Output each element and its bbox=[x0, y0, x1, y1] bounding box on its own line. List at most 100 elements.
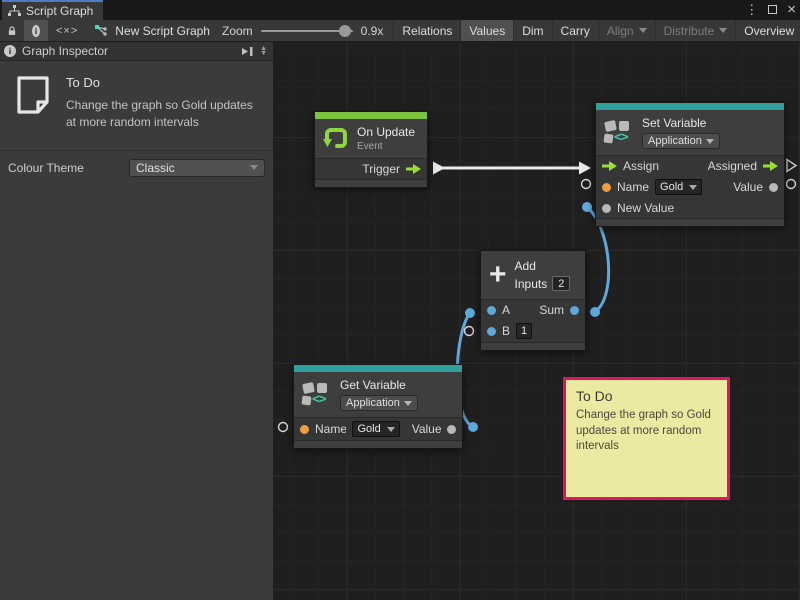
ext-port-setvar-value[interactable] bbox=[787, 180, 796, 189]
on-update-loop-icon bbox=[323, 126, 349, 152]
colour-theme-row: Colour Theme Classic bbox=[0, 151, 273, 177]
dock-panel-icon[interactable] bbox=[240, 46, 254, 57]
ext-port-setvar-assigned[interactable] bbox=[787, 160, 796, 172]
node-title: Add bbox=[515, 259, 571, 273]
node-footer bbox=[481, 342, 585, 350]
number-port-icon[interactable] bbox=[570, 306, 579, 315]
panel-scroll-arrows[interactable]: ▲▼ bbox=[260, 46, 269, 56]
flow-out-arrow-icon[interactable] bbox=[406, 164, 421, 174]
graph-canvas[interactable]: On Update Event Trigger <> bbox=[273, 42, 800, 600]
info-icon: i bbox=[32, 25, 40, 37]
zoom-control: Zoom 0.9x bbox=[218, 20, 394, 41]
flow-out-arrow-icon[interactable] bbox=[763, 161, 778, 171]
port-assign-label: Assign bbox=[623, 159, 659, 173]
inputs-label: Inputs bbox=[515, 277, 548, 291]
node-on-update[interactable]: On Update Event Trigger bbox=[314, 111, 428, 188]
window-close-icon[interactable]: × bbox=[787, 0, 796, 20]
script-graph-asset-icon bbox=[94, 25, 108, 37]
toolbar-button-carry[interactable]: Carry bbox=[553, 20, 599, 41]
toolbar-button-dim[interactable]: Dim bbox=[514, 20, 552, 41]
graph-inspector-title: Graph Inspector bbox=[22, 44, 108, 58]
inspector-toggle-button[interactable]: i bbox=[24, 20, 48, 41]
node-add[interactable]: + Add Inputs 2 A Sum bbox=[480, 250, 586, 351]
number-port-icon[interactable] bbox=[487, 306, 496, 315]
ext-port-add-a[interactable] bbox=[465, 308, 475, 318]
wire-trigger-to-assign[interactable] bbox=[433, 162, 591, 175]
sticky-note-title: To Do bbox=[576, 388, 717, 404]
chevron-down-icon bbox=[404, 401, 412, 406]
zoom-slider-handle[interactable] bbox=[339, 25, 351, 37]
string-port-icon[interactable] bbox=[602, 183, 611, 192]
value-port-icon[interactable] bbox=[769, 183, 778, 192]
graph-icon bbox=[8, 5, 21, 17]
port-value-label: Value bbox=[733, 180, 763, 194]
toolbar-button-distribute[interactable]: Distribute bbox=[656, 20, 737, 41]
graph-toolbar: i <×> New Script Graph Zoom 0.9x Relatio… bbox=[0, 20, 800, 42]
variable-scope-dropdown[interactable]: Application bbox=[340, 395, 418, 411]
lock-button[interactable] bbox=[0, 20, 24, 41]
node-set-variable[interactable]: <> Set Variable Application Assign Assig… bbox=[595, 102, 785, 227]
ext-port-setvar-newvalue[interactable] bbox=[582, 202, 592, 212]
colour-theme-label: Colour Theme bbox=[8, 161, 129, 175]
port-trigger-label: Trigger bbox=[362, 162, 400, 176]
zoom-label: Zoom bbox=[222, 24, 253, 38]
variable-name-dropdown[interactable]: Gold bbox=[655, 179, 702, 195]
toolbar-button-relations[interactable]: Relations bbox=[394, 20, 461, 41]
variable-name-dropdown[interactable]: Gold bbox=[352, 421, 399, 437]
inspector-todo-block: To Do Change the graph so Gold updates a… bbox=[0, 61, 273, 142]
port-assigned-label: Assigned bbox=[708, 159, 757, 173]
port-value-label: Value bbox=[412, 422, 441, 436]
chevron-down-icon bbox=[689, 185, 697, 190]
inputs-count-field[interactable]: 2 bbox=[552, 276, 570, 291]
value-port-icon[interactable] bbox=[447, 425, 456, 434]
variable-icon: <> bbox=[302, 382, 332, 408]
inspector-todo-title: To Do bbox=[66, 75, 263, 90]
node-title: Get Variable bbox=[340, 378, 418, 392]
toolbar-button-align[interactable]: Align bbox=[599, 20, 656, 41]
number-port-icon[interactable] bbox=[487, 327, 496, 336]
ext-port-getvar-name[interactable] bbox=[279, 423, 288, 432]
window-menu-icon[interactable]: ⋮ bbox=[745, 0, 758, 20]
toolbar-button-values[interactable]: Values bbox=[461, 20, 514, 41]
node-color-bar bbox=[596, 103, 784, 110]
sticky-note-icon bbox=[14, 75, 52, 115]
port-new-value-label: New Value bbox=[617, 201, 674, 215]
zoom-value: 0.9x bbox=[361, 24, 384, 38]
toolbar-button-overview[interactable]: Overview bbox=[736, 20, 800, 41]
script-graph-window: Script Graph ⋮ × i <×> bbox=[0, 0, 800, 600]
port-name-label: Name bbox=[315, 422, 346, 436]
colour-theme-select[interactable]: Classic bbox=[129, 159, 265, 177]
node-color-bar bbox=[294, 365, 462, 372]
port-name-label: Name bbox=[617, 180, 649, 194]
flow-in-arrow-icon[interactable] bbox=[602, 161, 617, 171]
variable-icon: <> bbox=[604, 120, 634, 146]
node-title: On Update bbox=[357, 125, 415, 139]
chevron-down-icon bbox=[639, 28, 647, 33]
sticky-note-text: Change the graph so Gold updates at more… bbox=[576, 408, 717, 455]
ext-port-getvar-value[interactable] bbox=[468, 422, 478, 432]
graph-inspector-panel: i Graph Inspector ▲▼ To Do Change the gr… bbox=[0, 42, 273, 600]
info-icon: i bbox=[4, 45, 16, 57]
node-footer bbox=[596, 218, 784, 226]
add-plus-icon: + bbox=[489, 264, 507, 286]
window-maximize-icon[interactable] bbox=[768, 0, 777, 20]
new-script-graph-label: New Script Graph bbox=[115, 24, 210, 38]
code-view-button[interactable]: <×> bbox=[48, 20, 86, 41]
new-script-graph-button[interactable]: New Script Graph bbox=[86, 20, 218, 41]
string-port-icon[interactable] bbox=[300, 425, 309, 434]
zoom-slider[interactable] bbox=[261, 30, 353, 32]
node-footer bbox=[315, 179, 427, 187]
ext-port-add-b[interactable] bbox=[465, 327, 474, 336]
tab-strip: Script Graph ⋮ × bbox=[0, 0, 800, 20]
tab-script-graph[interactable]: Script Graph bbox=[2, 0, 103, 20]
ext-port-add-sum[interactable] bbox=[590, 307, 600, 317]
node-get-variable[interactable]: <> Get Variable Application Name Gold V bbox=[293, 364, 463, 449]
graph-inspector-header: i Graph Inspector ▲▼ bbox=[0, 42, 273, 61]
port-b-label: B bbox=[502, 324, 510, 338]
sticky-note[interactable]: To Do Change the graph so Gold updates a… bbox=[563, 377, 730, 500]
inspector-todo-text: Change the graph so Gold updates at more… bbox=[66, 97, 263, 132]
variable-scope-dropdown[interactable]: Application bbox=[642, 133, 720, 149]
b-value-field[interactable]: 1 bbox=[516, 323, 532, 339]
value-port-icon[interactable] bbox=[602, 204, 611, 213]
ext-port-setvar-name[interactable] bbox=[582, 180, 591, 189]
